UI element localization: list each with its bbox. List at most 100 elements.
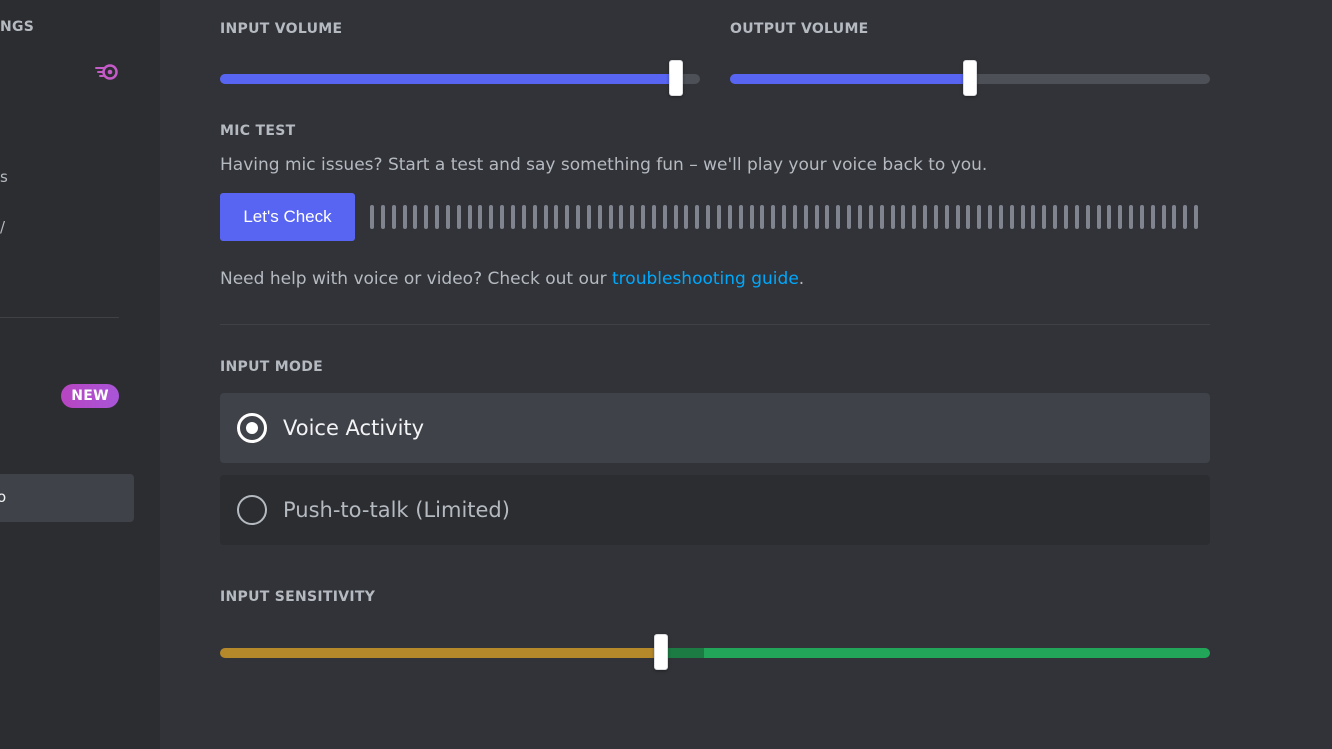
meter-bar [1150, 205, 1155, 229]
lets-check-button[interactable]: Let's Check [220, 193, 355, 241]
meter-bar [695, 205, 700, 229]
meter-bar [1107, 205, 1112, 229]
meter-bar [500, 205, 505, 229]
meter-bar [944, 205, 949, 229]
input-mode-label: INPUT MODE [220, 359, 323, 375]
meter-bar [586, 205, 591, 229]
slider-handle[interactable] [669, 60, 683, 96]
nitro-icon [95, 64, 118, 80]
meter-bar [825, 205, 830, 229]
meter-bar [1161, 205, 1166, 229]
slider-fill [730, 74, 970, 84]
meter-bar [1009, 205, 1014, 229]
meter-bar [879, 205, 884, 229]
meter-bar [771, 205, 776, 229]
meter-bar [1020, 205, 1025, 229]
meter-bar [662, 205, 667, 229]
sidebar-item-fragment[interactable]: / [0, 218, 5, 236]
meter-bar [923, 205, 928, 229]
meter-bar [478, 205, 483, 229]
meter-bar [467, 205, 472, 229]
help-prefix: Need help with voice or video? Check out… [220, 269, 613, 289]
radio-label: Voice Activity [283, 416, 425, 440]
meter-bar [1074, 205, 1079, 229]
meter-bar [912, 205, 917, 229]
troubleshooting-guide-link[interactable]: troubleshooting guide [612, 269, 799, 289]
meter-bar [955, 205, 960, 229]
help-suffix: . [798, 269, 805, 289]
radio-selected-icon [237, 413, 267, 443]
meter-bar [651, 205, 656, 229]
radio-unselected-icon [237, 495, 267, 525]
meter-bar [1042, 205, 1047, 229]
meter-bar [510, 205, 515, 229]
meter-bar [727, 205, 732, 229]
new-badge: NEW [61, 384, 119, 408]
meter-bar [619, 205, 624, 229]
meter-bar [456, 205, 461, 229]
meter-bar [1118, 205, 1123, 229]
sensitivity-high-segment [704, 648, 1210, 658]
meter-bar [890, 205, 895, 229]
meter-bar [608, 205, 613, 229]
meter-bar [554, 205, 559, 229]
input-volume-slider[interactable] [220, 60, 700, 96]
radio-label: Push-to-talk (Limited) [283, 498, 510, 522]
meter-bar [792, 205, 797, 229]
meter-bar [402, 205, 407, 229]
sidebar-item-label: o [0, 488, 7, 506]
meter-bar [1172, 205, 1177, 229]
meter-bar [977, 205, 982, 229]
meter-bar [782, 205, 787, 229]
input-sensitivity-label: INPUT SENSITIVITY [220, 589, 376, 605]
meter-bar [738, 205, 743, 229]
section-divider [220, 324, 1210, 325]
meter-bar [445, 205, 450, 229]
output-volume-slider[interactable] [730, 60, 1210, 96]
meter-bar [413, 205, 418, 229]
slider-handle[interactable] [963, 60, 977, 96]
input-volume-label: INPUT VOLUME [220, 21, 343, 37]
input-sensitivity-slider[interactable] [220, 634, 1210, 670]
voice-settings-panel: INPUT VOLUME OUTPUT VOLUME MIC TEST Havi… [220, 0, 1210, 749]
meter-bar [565, 205, 570, 229]
meter-bar [532, 205, 537, 229]
meter-bar [673, 205, 678, 229]
help-text: Need help with voice or video? Check out… [220, 269, 804, 289]
slider-handle[interactable] [653, 634, 668, 670]
meter-bar [521, 205, 526, 229]
sidebar-item-fragment[interactable]: s [0, 168, 8, 186]
meter-bar [988, 205, 993, 229]
meter-bar [847, 205, 852, 229]
meter-bar [1096, 205, 1101, 229]
mic-test-label: MIC TEST [220, 123, 296, 139]
mic-level-meter [370, 205, 1210, 229]
sensitivity-low-segment [220, 648, 661, 658]
meter-bar [370, 205, 374, 229]
input-mode-voice-activity[interactable]: Voice Activity [220, 393, 1210, 463]
meter-bar [1183, 205, 1188, 229]
meter-bar [749, 205, 754, 229]
meter-bar [706, 205, 711, 229]
meter-bar [576, 205, 581, 229]
meter-bar [1129, 205, 1134, 229]
sidebar-divider [0, 317, 119, 318]
meter-bar [543, 205, 548, 229]
meter-bar [803, 205, 808, 229]
meter-bar [424, 205, 429, 229]
meter-bar [1031, 205, 1036, 229]
sidebar-heading: NGS [0, 19, 35, 35]
meter-bar [901, 205, 906, 229]
input-mode-push-to-talk[interactable]: Push-to-talk (Limited) [220, 475, 1210, 545]
sidebar-item-voice-video[interactable]: o [0, 474, 134, 522]
meter-bar [1085, 205, 1090, 229]
meter-bar [1139, 205, 1144, 229]
meter-bar [857, 205, 862, 229]
meter-bar [836, 205, 841, 229]
meter-bar [684, 205, 689, 229]
meter-bar [597, 205, 602, 229]
mic-test-description: Having mic issues? Start a test and say … [220, 155, 988, 175]
meter-bar [868, 205, 873, 229]
meter-bar [933, 205, 938, 229]
meter-bar [435, 205, 440, 229]
